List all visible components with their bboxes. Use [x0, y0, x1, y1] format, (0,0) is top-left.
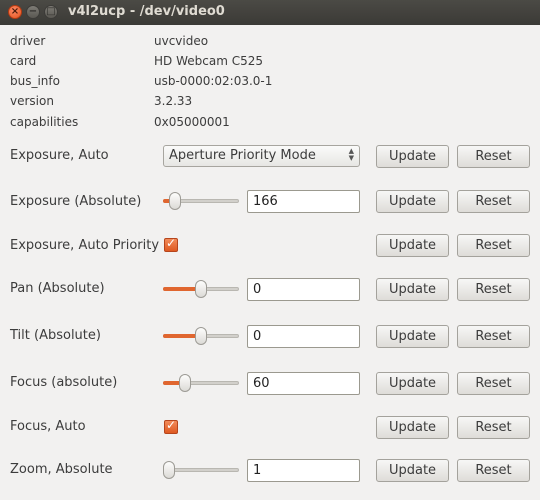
minimize-icon: −	[28, 6, 38, 17]
slider-thumb[interactable]	[169, 192, 181, 210]
slider-thumb[interactable]	[179, 374, 191, 392]
exposure-auto-priority-checkbox[interactable]: ✓	[164, 236, 178, 252]
zoom-absolute-slider[interactable]	[163, 460, 239, 480]
exposure-absolute-input[interactable]: 166	[247, 190, 360, 213]
slider-thumb[interactable]	[195, 280, 207, 298]
exposure-auto-combobox[interactable]: Aperture Priority Mode ▲ ▼	[163, 145, 360, 167]
tilt-absolute-label: Tilt (Absolute)	[10, 328, 101, 343]
info-value: HD Webcam C525	[154, 54, 263, 68]
focus-auto-update-button[interactable]: Update	[376, 416, 449, 439]
exposure-auto-priority-update-button[interactable]: Update	[376, 234, 449, 257]
info-value: 3.2.33	[154, 94, 193, 108]
slider-thumb[interactable]	[195, 327, 207, 345]
close-icon: ×	[10, 6, 20, 17]
pan-absolute-reset-button[interactable]: Reset	[457, 278, 530, 301]
focus-absolute-slider[interactable]	[163, 373, 239, 393]
window-title: v4l2ucp - /dev/video0	[68, 4, 225, 19]
focus-auto-checkbox[interactable]: ✓	[164, 418, 178, 434]
pan-absolute-label: Pan (Absolute)	[10, 281, 105, 296]
pan-absolute-input[interactable]: 0	[247, 278, 360, 301]
info-key: bus_info	[10, 74, 60, 88]
exposure-absolute-update-button[interactable]: Update	[376, 190, 449, 213]
zoom-absolute-input[interactable]: 1	[247, 459, 360, 482]
tilt-absolute-slider[interactable]	[163, 326, 239, 346]
exposure-auto-reset-button[interactable]: Reset	[457, 145, 530, 168]
exposure-auto-selected: Aperture Priority Mode	[169, 148, 316, 163]
info-key: card	[10, 54, 37, 68]
focus-absolute-label: Focus (absolute)	[10, 375, 118, 390]
exposure-auto-label: Exposure, Auto	[10, 148, 109, 163]
checkmark-icon: ✓	[166, 236, 177, 250]
tilt-absolute-update-button[interactable]: Update	[376, 325, 449, 348]
maximize-icon: □	[46, 6, 56, 17]
info-key: capabilities	[10, 115, 79, 129]
pan-absolute-slider[interactable]	[163, 279, 239, 299]
tilt-absolute-reset-button[interactable]: Reset	[457, 325, 530, 348]
info-key: driver	[10, 34, 46, 48]
zoom-absolute-label: Zoom, Absolute	[10, 462, 113, 477]
exposure-absolute-label: Exposure (Absolute)	[10, 194, 142, 209]
zoom-absolute-reset-button[interactable]: Reset	[457, 459, 530, 482]
exposure-absolute-reset-button[interactable]: Reset	[457, 190, 530, 213]
minimize-button[interactable]: −	[26, 5, 40, 19]
tilt-absolute-input[interactable]: 0	[247, 325, 360, 348]
info-value: usb-0000:02:03.0-1	[154, 74, 273, 88]
focus-absolute-reset-button[interactable]: Reset	[457, 372, 530, 395]
main-window: × − □ v4l2ucp - /dev/video0 driver uvcvi…	[0, 0, 540, 500]
focus-absolute-input[interactable]: 60	[247, 372, 360, 395]
slider-thumb[interactable]	[163, 461, 175, 479]
zoom-absolute-update-button[interactable]: Update	[376, 459, 449, 482]
info-value: uvcvideo	[154, 34, 209, 48]
title-bar: × − □ v4l2ucp - /dev/video0	[0, 0, 540, 25]
info-key: version	[10, 94, 54, 108]
up-down-arrows-icon: ▲ ▼	[348, 147, 354, 162]
exposure-absolute-slider[interactable]	[163, 191, 239, 211]
pan-absolute-update-button[interactable]: Update	[376, 278, 449, 301]
exposure-auto-priority-reset-button[interactable]: Reset	[457, 234, 530, 257]
focus-auto-label: Focus, Auto	[10, 419, 86, 434]
checkmark-icon: ✓	[166, 418, 177, 432]
close-button[interactable]: ×	[8, 5, 22, 19]
exposure-auto-priority-label: Exposure, Auto Priority	[10, 238, 160, 253]
focus-auto-reset-button[interactable]: Reset	[457, 416, 530, 439]
maximize-button[interactable]: □	[44, 5, 58, 19]
focus-absolute-update-button[interactable]: Update	[376, 372, 449, 395]
exposure-auto-update-button[interactable]: Update	[376, 145, 449, 168]
info-value: 0x05000001	[154, 115, 230, 129]
